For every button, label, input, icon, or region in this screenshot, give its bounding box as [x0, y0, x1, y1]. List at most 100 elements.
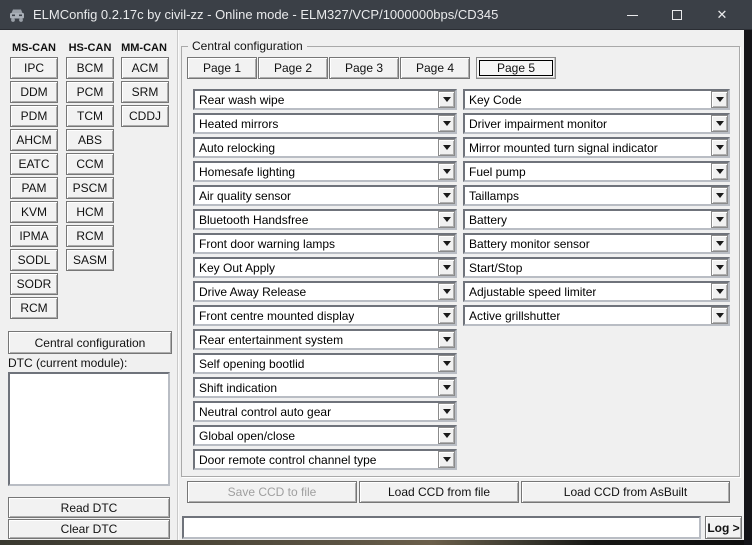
combo-door-remote-control-channel-type[interactable]: Door remote control channel type [193, 449, 457, 470]
module-button-hcm[interactable]: HCM [66, 201, 114, 223]
module-button-pcm[interactable]: PCM [66, 81, 114, 103]
central-configuration-tab[interactable]: Central configuration [8, 331, 172, 354]
chevron-down-icon[interactable] [438, 211, 455, 228]
module-button-ipc[interactable]: IPC [10, 57, 58, 79]
module-button-srm[interactable]: SRM [121, 81, 169, 103]
combo-start-stop[interactable]: Start/Stop [463, 257, 730, 278]
module-button-pdm[interactable]: PDM [10, 105, 58, 127]
combo-value: Key Code [469, 93, 522, 107]
module-button-rcm-hs[interactable]: RCM [66, 225, 114, 247]
chevron-down-icon[interactable] [438, 451, 455, 468]
module-button-eatc[interactable]: EATC [10, 153, 58, 175]
load-ccd-from-file-button[interactable]: Load CCD from file [359, 481, 519, 503]
combo-active-grillshutter[interactable]: Active grillshutter [463, 305, 730, 326]
combo-battery-monitor-sensor[interactable]: Battery monitor sensor [463, 233, 730, 254]
module-button-tcm[interactable]: TCM [66, 105, 114, 127]
chevron-down-icon[interactable] [711, 283, 728, 300]
maximize-button[interactable] [655, 0, 699, 30]
combo-heated-mirrors[interactable]: Heated mirrors [193, 113, 457, 134]
combo-self-opening-bootlid[interactable]: Self opening bootlid [193, 353, 457, 374]
combo-bluetooth-handsfree[interactable]: Bluetooth Handsfree [193, 209, 457, 230]
chevron-down-icon[interactable] [711, 307, 728, 324]
chevron-down-icon[interactable] [711, 139, 728, 156]
chevron-down-icon[interactable] [438, 379, 455, 396]
combo-value: Door remote control channel type [199, 453, 376, 467]
module-button-acm[interactable]: ACM [121, 57, 169, 79]
close-icon: ✕ [717, 7, 728, 23]
combo-battery[interactable]: Battery [463, 209, 730, 230]
clear-dtc-button[interactable]: Clear DTC [8, 519, 170, 539]
combo-auto-relocking[interactable]: Auto relocking [193, 137, 457, 158]
module-button-ddm[interactable]: DDM [10, 81, 58, 103]
module-button-pscm[interactable]: PSCM [66, 177, 114, 199]
chevron-down-icon[interactable] [438, 355, 455, 372]
title-bar: ELMConfig 0.2.17c by civil-zz - Online m… [0, 0, 752, 30]
command-input[interactable] [182, 516, 701, 539]
combo-taillamps[interactable]: Taillamps [463, 185, 730, 206]
tab-page-4[interactable]: Page 4 [400, 57, 470, 79]
tab-page-3[interactable]: Page 3 [329, 57, 399, 79]
module-button-sodl[interactable]: SODL [10, 249, 58, 271]
read-dtc-button[interactable]: Read DTC [8, 497, 170, 518]
chevron-down-icon[interactable] [711, 187, 728, 204]
module-button-ipma[interactable]: IPMA [10, 225, 58, 247]
chevron-down-icon[interactable] [438, 427, 455, 444]
combo-air-quality-sensor[interactable]: Air quality sensor [193, 185, 457, 206]
hs-can-header: HS-CAN [64, 42, 116, 54]
load-ccd-from-asbuilt-button[interactable]: Load CCD from AsBuilt [521, 481, 730, 503]
combo-drive-away-release[interactable]: Drive Away Release [193, 281, 457, 302]
combo-rear-wash-wipe[interactable]: Rear wash wipe [193, 89, 457, 110]
combo-fuel-pump[interactable]: Fuel pump [463, 161, 730, 182]
chevron-down-icon[interactable] [711, 91, 728, 108]
combo-rear-entertainment-system[interactable]: Rear entertainment system [193, 329, 457, 350]
chevron-down-icon[interactable] [438, 403, 455, 420]
module-button-ccm[interactable]: CCM [66, 153, 114, 175]
dtc-list[interactable] [8, 372, 170, 486]
module-button-pam[interactable]: PAM [10, 177, 58, 199]
module-button-cddj[interactable]: CDDJ [121, 105, 169, 127]
chevron-down-icon[interactable] [711, 211, 728, 228]
module-button-ahcm[interactable]: AHCM [10, 129, 58, 151]
combo-key-code[interactable]: Key Code [463, 89, 730, 110]
chevron-down-icon[interactable] [438, 283, 455, 300]
mm-can-header: MM-CAN [118, 42, 170, 54]
combo-mirror-mounted-turn-signal-indicator[interactable]: Mirror mounted turn signal indicator [463, 137, 730, 158]
chevron-down-icon[interactable] [711, 163, 728, 180]
combo-neutral-control-auto-gear[interactable]: Neutral control auto gear [193, 401, 457, 422]
chevron-down-icon[interactable] [711, 259, 728, 276]
chevron-down-icon[interactable] [438, 115, 455, 132]
combo-homesafe-lighting[interactable]: Homesafe lighting [193, 161, 457, 182]
combo-adjustable-speed-limiter[interactable]: Adjustable speed limiter [463, 281, 730, 302]
log-button[interactable]: Log > [705, 516, 742, 539]
chevron-down-icon[interactable] [438, 187, 455, 204]
chevron-down-icon[interactable] [438, 163, 455, 180]
chevron-down-icon[interactable] [438, 139, 455, 156]
combo-global-open-close[interactable]: Global open/close [193, 425, 457, 446]
combo-value: Taillamps [469, 189, 519, 203]
tab-page-5[interactable]: Page 5 [476, 57, 556, 79]
chevron-down-icon[interactable] [711, 235, 728, 252]
combo-shift-indication[interactable]: Shift indication [193, 377, 457, 398]
chevron-down-icon[interactable] [438, 307, 455, 324]
chevron-down-icon[interactable] [711, 115, 728, 132]
module-button-sasm[interactable]: SASM [66, 249, 114, 271]
module-button-sodr[interactable]: SODR [10, 273, 58, 295]
tab-page-2[interactable]: Page 2 [258, 57, 328, 79]
chevron-down-icon[interactable] [438, 235, 455, 252]
module-button-abs[interactable]: ABS [66, 129, 114, 151]
chevron-down-icon[interactable] [438, 331, 455, 348]
chevron-down-icon[interactable] [438, 91, 455, 108]
combo-key-out-apply[interactable]: Key Out Apply [193, 257, 457, 278]
combo-driver-impairment-monitor[interactable]: Driver impairment monitor [463, 113, 730, 134]
combo-front-centre-mounted-display[interactable]: Front centre mounted display [193, 305, 457, 326]
chevron-down-icon[interactable] [438, 259, 455, 276]
combo-front-door-warning-lamps[interactable]: Front door warning lamps [193, 233, 457, 254]
window-title: ELMConfig 0.2.17c by civil-zz - Online m… [33, 7, 498, 22]
module-button-kvm[interactable]: KVM [10, 201, 58, 223]
combo-value: Shift indication [199, 381, 277, 395]
tab-page-1[interactable]: Page 1 [187, 57, 257, 79]
close-button[interactable]: ✕ [700, 0, 744, 30]
minimize-button[interactable] [610, 0, 654, 30]
module-button-bcm[interactable]: BCM [66, 57, 114, 79]
module-button-rcm-ms[interactable]: RCM [10, 297, 58, 319]
